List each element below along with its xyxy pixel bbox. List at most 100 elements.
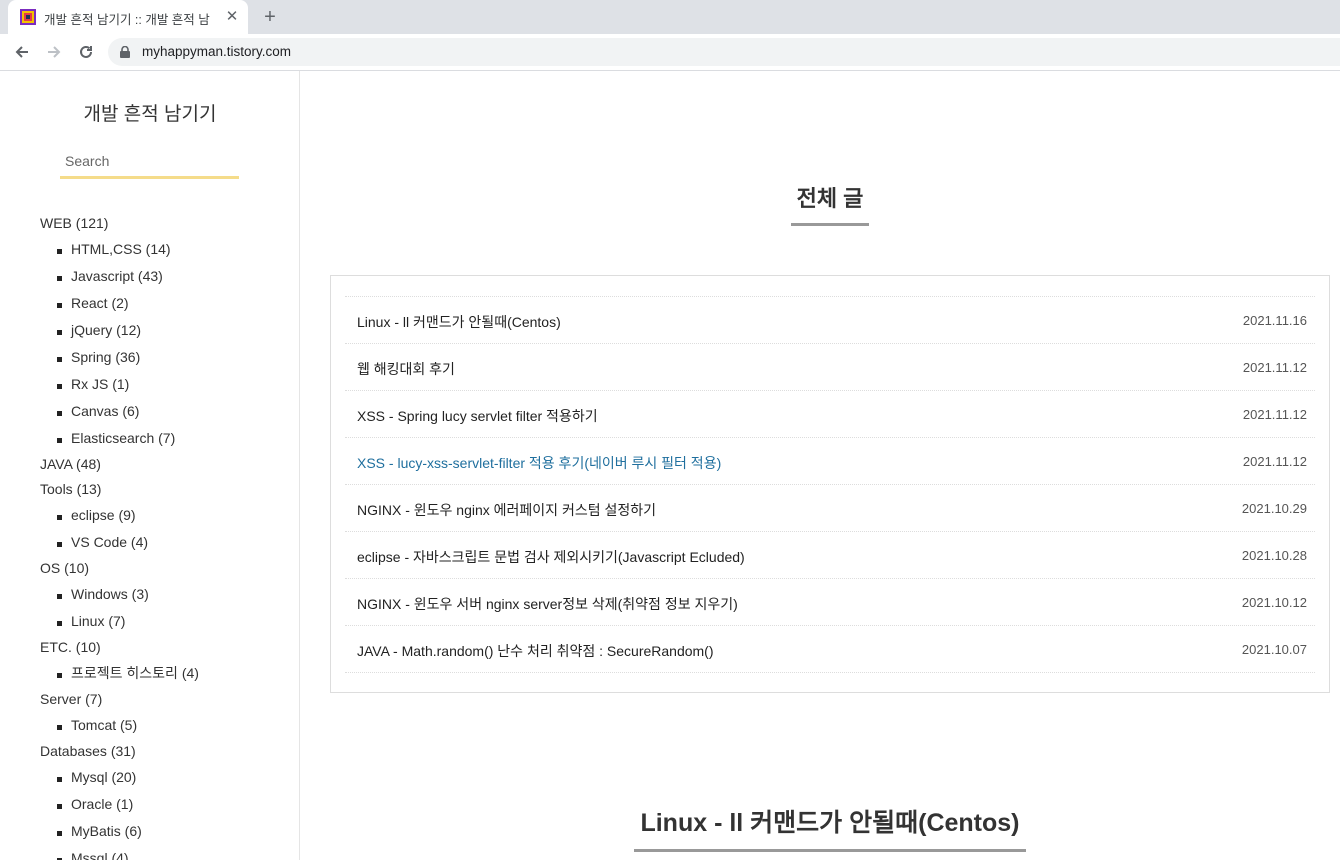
- main-content: 전체 글 Linux - ll 커맨드가 안될때(Centos) 2021.11.…: [300, 71, 1340, 860]
- subcategory-link[interactable]: Elasticsearch (7): [40, 425, 290, 452]
- subcategory-link[interactable]: jQuery (12): [40, 317, 290, 344]
- subcategory-link[interactable]: React (2): [40, 290, 290, 317]
- address-bar[interactable]: myhappyman.tistory.com: [108, 38, 1340, 66]
- subcategory-link[interactable]: MyBatis (6): [40, 818, 290, 845]
- subcategory-link[interactable]: Spring (36): [40, 344, 290, 371]
- section-title-text: 전체 글: [790, 181, 870, 226]
- reload-icon: [80, 45, 92, 58]
- post-row: 웹 해킹대회 후기 2021.11.12: [345, 344, 1315, 391]
- post-row: NGINX - 윈도우 nginx 에러페이지 커스텀 설정하기 2021.10.…: [345, 485, 1315, 532]
- post-date: 2021.11.12: [1242, 360, 1307, 375]
- category-link[interactable]: Server (7): [40, 687, 290, 712]
- post-date: 2021.11.12: [1242, 407, 1307, 422]
- category-item: OS (10) Windows (3) Linux (7): [40, 556, 290, 635]
- forward-button[interactable]: [42, 40, 66, 64]
- post-title-link[interactable]: 웹 해킹대회 후기: [357, 359, 455, 379]
- post-row: NGINX - 윈도우 서버 nginx server정보 삭제(취약점 정보 …: [345, 579, 1315, 626]
- subcategory-link[interactable]: Linux (7): [40, 608, 290, 635]
- subcategory-link[interactable]: Javascript (43): [40, 263, 290, 290]
- post-row: XSS - lucy-xss-servlet-filter 적용 후기(네이버 …: [345, 438, 1315, 485]
- subcategory-link[interactable]: Canvas (6): [40, 398, 290, 425]
- post-date: 2021.11.16: [1242, 313, 1307, 328]
- close-tab-icon[interactable]: ✕: [222, 7, 242, 27]
- category-link[interactable]: Databases (31): [40, 739, 290, 764]
- post-date: 2021.10.07: [1241, 642, 1307, 657]
- browser-tab[interactable]: 개발 흔적 남기기 :: 개발 흔적 남 ✕: [8, 0, 248, 34]
- browser-tab-bar: 개발 흔적 남기기 :: 개발 흔적 남 ✕ +: [0, 0, 1340, 34]
- post-title-link[interactable]: JAVA - Math.random() 난수 처리 취약점 : SecureR…: [357, 641, 714, 661]
- category-item: ETC. (10) 프로젝트 히스토리 (4): [40, 635, 290, 687]
- bullet-icon: [57, 411, 62, 416]
- post-title-link[interactable]: XSS - lucy-xss-servlet-filter 적용 후기(네이버 …: [357, 453, 721, 473]
- post-title-link[interactable]: NGINX - 윈도우 서버 nginx server정보 삭제(취약점 정보 …: [357, 594, 738, 614]
- url-text: myhappyman.tistory.com: [142, 44, 292, 59]
- category-link[interactable]: JAVA (48): [40, 452, 290, 477]
- subcategory-label: MyBatis (6): [71, 823, 142, 839]
- post-date: 2021.10.29: [1241, 501, 1307, 516]
- subcategory-label: Linux (7): [71, 613, 126, 629]
- post-date: 2021.10.12: [1241, 595, 1307, 610]
- subcategory-list: Mysql (20) Oracle (1) MyBatis (6) Mssql (4): [40, 764, 290, 860]
- subcategory-link[interactable]: Tomcat (5): [40, 712, 290, 739]
- subcategory-list: Windows (3) Linux (7): [40, 581, 290, 635]
- post-date: 2021.10.28: [1241, 548, 1307, 563]
- bullet-icon: [57, 357, 62, 362]
- article-title-text[interactable]: Linux - ll 커맨드가 안될때(Centos): [634, 803, 1026, 852]
- post-row: eclipse - 자바스크립트 문법 검사 제외시키기(Javascript …: [345, 532, 1315, 579]
- category-link[interactable]: WEB (121): [40, 211, 290, 236]
- category-item: Databases (31) Mysql (20) Oracle (1) MyBati…: [40, 739, 290, 860]
- category-link[interactable]: OS (10): [40, 556, 290, 581]
- site-favicon-icon: [20, 9, 36, 25]
- post-title-link[interactable]: eclipse - 자바스크립트 문법 검사 제외시키기(Javascript …: [357, 547, 745, 567]
- bullet-icon: [57, 804, 62, 809]
- search-input[interactable]: [60, 147, 230, 175]
- subcategory-label: eclipse (9): [71, 507, 136, 523]
- subcategory-link[interactable]: HTML,CSS (14): [40, 236, 290, 263]
- bullet-icon: [57, 673, 62, 678]
- subcategory-label: React (2): [71, 295, 129, 311]
- post-title-link[interactable]: XSS - Spring lucy servlet filter 적용하기: [357, 406, 598, 426]
- subcategory-label: HTML,CSS (14): [71, 241, 171, 257]
- subcategory-label: Rx JS (1): [71, 376, 130, 392]
- subcategory-label: Canvas (6): [71, 403, 140, 419]
- section-title: 전체 글: [300, 181, 1340, 226]
- bullet-icon: [57, 594, 62, 599]
- subcategory-label: Mssql (4): [71, 850, 129, 860]
- subcategory-link[interactable]: Rx JS (1): [40, 371, 290, 398]
- reload-button[interactable]: [74, 40, 98, 64]
- post-title-link[interactable]: NGINX - 윈도우 nginx 에러페이지 커스텀 설정하기: [357, 500, 656, 520]
- subcategory-link[interactable]: Mssql (4): [40, 845, 290, 860]
- bullet-icon: [57, 249, 62, 254]
- bullet-icon: [57, 777, 62, 782]
- arrow-left-icon: [15, 46, 28, 58]
- subcategory-list: eclipse (9) VS Code (4): [40, 502, 290, 556]
- subcategory-label: Tomcat (5): [71, 717, 138, 733]
- post-title-link[interactable]: Linux - ll 커맨드가 안될때(Centos): [357, 312, 561, 332]
- subcategory-label: Windows (3): [71, 586, 149, 602]
- subcategory-link[interactable]: eclipse (9): [40, 502, 290, 529]
- blog-title[interactable]: 개발 흔적 남기기: [0, 99, 300, 126]
- bullet-icon: [57, 831, 62, 836]
- category-item: JAVA (48): [40, 452, 290, 477]
- subcategory-link[interactable]: VS Code (4): [40, 529, 290, 556]
- back-button[interactable]: [10, 40, 34, 64]
- subcategory-link[interactable]: Mysql (20): [40, 764, 290, 791]
- post-list: Linux - ll 커맨드가 안될때(Centos) 2021.11.16 웹 해…: [330, 275, 1330, 693]
- category-item: Server (7) Tomcat (5): [40, 687, 290, 739]
- subcategory-list: Tomcat (5): [40, 712, 290, 739]
- category-link[interactable]: ETC. (10): [40, 635, 290, 660]
- subcategory-link[interactable]: Oracle (1): [40, 791, 290, 818]
- lock-icon: [120, 46, 130, 58]
- subcategory-link[interactable]: 프로젝트 히스토리 (4): [40, 660, 290, 687]
- bullet-icon: [57, 438, 62, 443]
- post-row: XSS - Spring lucy servlet filter 적용하기 202…: [345, 391, 1315, 438]
- bullet-icon: [57, 515, 62, 520]
- subcategory-label: Javascript (43): [71, 268, 163, 284]
- post-date: 2021.11.12: [1242, 454, 1307, 469]
- subcategory-link[interactable]: Windows (3): [40, 581, 290, 608]
- category-item: WEB (121) HTML,CSS (14) Javascript (43) Rea…: [40, 211, 290, 452]
- sidebar: 개발 흔적 남기기 WEB (121) HTML,CSS (14) Javascri…: [0, 71, 300, 860]
- category-link[interactable]: Tools (13): [40, 477, 290, 502]
- new-tab-button[interactable]: +: [258, 5, 282, 29]
- subcategory-list: HTML,CSS (14) Javascript (43) React (2) jQu…: [40, 236, 290, 452]
